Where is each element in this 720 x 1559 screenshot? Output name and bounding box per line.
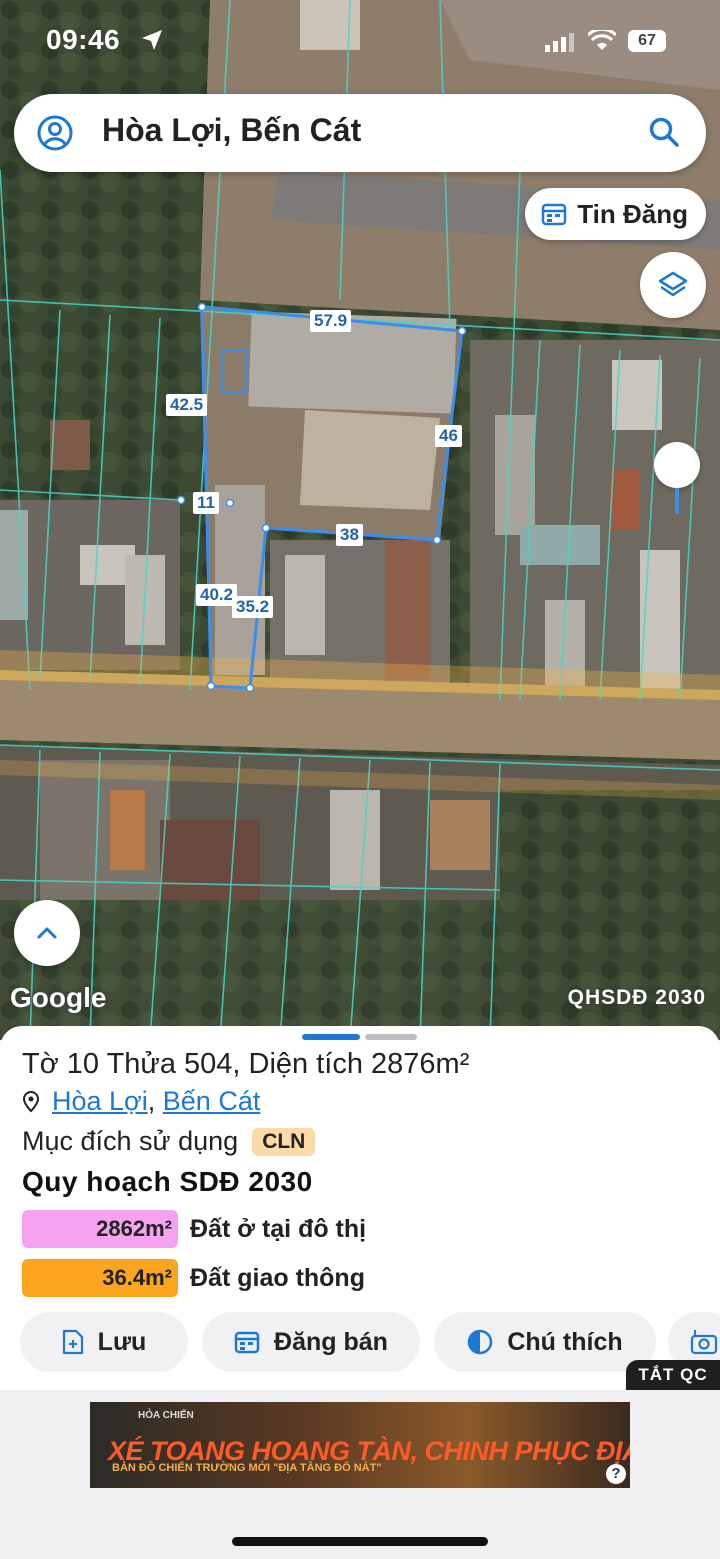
user-profile-icon[interactable] (36, 114, 74, 152)
location-arrow-icon (142, 30, 162, 50)
close-ads-button[interactable]: TẮT QC (626, 1360, 720, 1390)
save-button-label: Lưu (97, 1327, 147, 1356)
parcel-location: Hòa Lợi , Bến Cát (22, 1086, 260, 1117)
plot-dimension-label: 35.2 (232, 596, 274, 618)
plan-item-area: 36.4m² (22, 1259, 178, 1297)
parcel-title: Tờ 10 Thửa 504, Diện tích 2876m² (22, 1048, 470, 1080)
location-separator: , (147, 1086, 163, 1116)
camera-add-icon (690, 1330, 718, 1355)
plot-dimension-label: 46 (435, 425, 462, 447)
status-time: 09:46 (46, 24, 121, 55)
contrast-icon (468, 1329, 493, 1355)
search-icon[interactable] (648, 116, 680, 148)
ad-subline: BẢN ĐỒ CHIẾN TRƯỜNG MỚI "ĐỊA TẦNG ĐỔ NÁT… (112, 1462, 382, 1474)
plot-dimension-label: 42.5 (166, 394, 208, 416)
wifi-icon (588, 30, 616, 50)
plan-item-area: 2862m² (22, 1210, 178, 1248)
calendar-icon (234, 1331, 260, 1354)
plot-dimension-label: 11 (193, 492, 219, 514)
legend-button[interactable]: Chú thích (434, 1312, 656, 1372)
map-view[interactable]: 57.9 42.5 46 11 38 40.2 35.2 09:46 67 Hò… (0, 0, 720, 1040)
add-file-icon (62, 1329, 83, 1355)
ad-banner-area: HỎA CHIẾN XÉ TOANG HOANG TÀN, CHINH PHỤC… (0, 1390, 720, 1559)
parcel-info-sheet: Tờ 10 Thửa 504, Diện tích 2876m² Hòa Lợi… (0, 1026, 720, 1390)
listings-button-label: Tin Đăng (577, 198, 688, 229)
home-indicator[interactable] (232, 1537, 488, 1546)
legend-button-label: Chú thích (507, 1327, 623, 1356)
plan-item: 2862m² Đất ở tại đô thị (22, 1210, 366, 1248)
battery-icon: 67 (628, 30, 666, 52)
map-pin-icon (22, 1090, 40, 1112)
layers-button[interactable] (640, 252, 706, 318)
save-button[interactable]: Lưu (20, 1312, 188, 1372)
sheet-page-indicator-active[interactable] (302, 1034, 360, 1040)
sheet-page-indicator[interactable] (365, 1034, 417, 1040)
land-use-row: Mục đích sử dụng CLN (22, 1126, 316, 1157)
ad-info-icon[interactable]: ? (606, 1464, 626, 1484)
ward-link[interactable]: Hòa Lợi (52, 1086, 148, 1117)
listings-button[interactable]: Tin Đăng (525, 188, 706, 240)
plan-item: 36.4m² Đất giao thông (22, 1259, 365, 1297)
calendar-icon (542, 203, 567, 226)
plot-dimension-label: 38 (336, 524, 363, 546)
opacity-slider-track[interactable] (675, 488, 679, 514)
signal-icon (545, 33, 574, 52)
land-use-label: Mục đích sử dụng (22, 1126, 239, 1156)
ad-banner[interactable]: HỎA CHIẾN XÉ TOANG HOANG TÀN, CHINH PHỤC… (90, 1402, 630, 1488)
layer-name-label: QHSDĐ 2030 (567, 986, 706, 1009)
search-bar[interactable]: Hòa Lợi, Bến Cát (14, 94, 706, 172)
district-link[interactable]: Bến Cát (163, 1086, 261, 1117)
plan-heading: Quy hoạch SDĐ 2030 (22, 1166, 313, 1197)
chevron-up-icon (37, 927, 57, 939)
post-sale-button-label: Đăng bán (274, 1327, 388, 1356)
plot-dimension-label: 57.9 (310, 310, 352, 332)
land-use-badge: CLN (252, 1127, 316, 1156)
status-bar: 09:46 67 (0, 22, 720, 62)
plan-item-label: Đất ở tại đô thị (190, 1214, 367, 1243)
opacity-slider-handle[interactable] (654, 442, 700, 488)
ad-brand: HỎA CHIẾN (138, 1410, 194, 1421)
plot-dimension-label: 40.2 (196, 584, 238, 606)
google-attribution: Google (10, 982, 107, 1013)
post-sale-button[interactable]: Đăng bán (202, 1312, 420, 1372)
layers-icon (658, 271, 688, 297)
search-location-text[interactable]: Hòa Lợi, Bến Cát (102, 112, 361, 149)
expand-sheet-button[interactable] (14, 900, 80, 966)
plan-item-label: Đất giao thông (190, 1263, 365, 1292)
